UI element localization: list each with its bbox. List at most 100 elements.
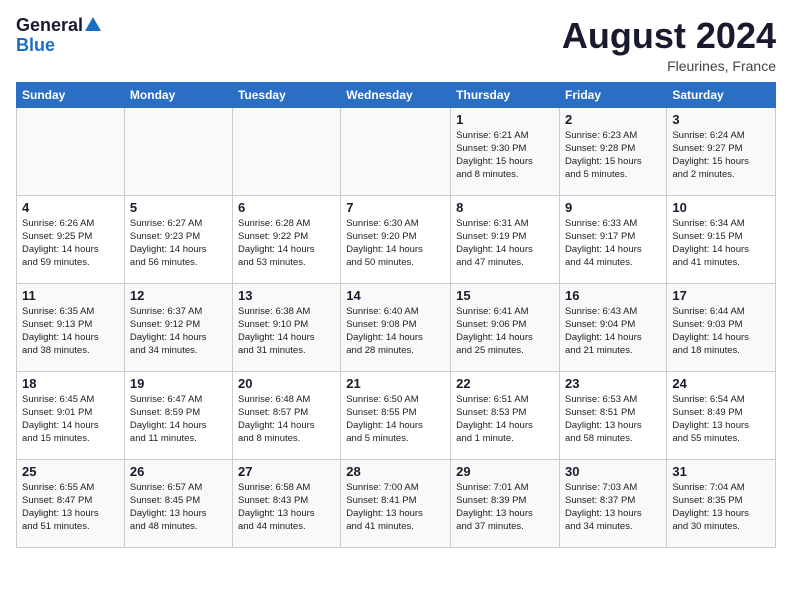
calendar-cell: 5Sunrise: 6:27 AMSunset: 9:23 PMDaylight… — [124, 195, 232, 283]
day-info-line: and 21 minutes. — [565, 345, 633, 356]
day-info-line: Sunset: 8:53 PM — [456, 407, 526, 418]
day-info-line: and 2 minutes. — [672, 169, 734, 180]
day-number: 11 — [22, 288, 119, 303]
day-number: 21 — [346, 376, 445, 391]
day-info-line: Sunset: 8:55 PM — [346, 407, 416, 418]
day-info-line: Sunrise: 6:26 AM — [22, 218, 94, 229]
day-number: 2 — [565, 112, 661, 127]
day-info-line: and 56 minutes. — [130, 257, 198, 268]
calendar-cell — [17, 107, 125, 195]
day-info-line: and 41 minutes. — [672, 257, 740, 268]
day-info-line: Sunrise: 6:35 AM — [22, 306, 94, 317]
day-info-line: and 44 minutes. — [565, 257, 633, 268]
day-info: Sunrise: 6:26 AMSunset: 9:25 PMDaylight:… — [22, 217, 119, 270]
day-info-line: Sunrise: 6:58 AM — [238, 482, 310, 493]
day-info-line: and 18 minutes. — [672, 345, 740, 356]
day-info-line: Sunset: 8:59 PM — [130, 407, 200, 418]
day-info-line: Sunrise: 7:01 AM — [456, 482, 528, 493]
day-info-line: Sunset: 9:03 PM — [672, 319, 742, 330]
logo-triangle-icon — [85, 17, 101, 31]
header-row: SundayMondayTuesdayWednesdayThursdayFrid… — [17, 82, 776, 107]
day-info-line: Sunrise: 6:28 AM — [238, 218, 310, 229]
day-info-line: Daylight: 14 hours — [346, 332, 423, 343]
day-info-line: Daylight: 14 hours — [130, 244, 207, 255]
day-number: 17 — [672, 288, 770, 303]
calendar-cell: 9 Sunrise: 6:33 AMSunset: 9:17 PMDaylight… — [560, 195, 667, 283]
day-number: 8 — [456, 200, 554, 215]
day-number: 13 — [238, 288, 335, 303]
header-monday: Monday — [124, 82, 232, 107]
header-thursday: Thursday — [451, 82, 560, 107]
calendar-cell: 26Sunrise: 6:57 AMSunset: 8:45 PMDayligh… — [124, 459, 232, 547]
day-info-line: and 37 minutes. — [456, 521, 524, 532]
day-info: Sunrise: 6:30 AMSunset: 9:20 PMDaylight:… — [346, 217, 445, 270]
day-number: 9 — [565, 200, 661, 215]
day-number: 16 — [565, 288, 661, 303]
calendar-cell: 19Sunrise: 6:47 AMSunset: 8:59 PMDayligh… — [124, 371, 232, 459]
day-info-line: and 55 minutes. — [672, 433, 740, 444]
day-info: Sunrise: 6:43 AMSunset: 9:04 PMDaylight:… — [565, 305, 661, 358]
calendar-cell: 17Sunrise: 6:44 AMSunset: 9:03 PMDayligh… — [667, 283, 776, 371]
header-saturday: Saturday — [667, 82, 776, 107]
location-subtitle: Fleurines, France — [562, 58, 776, 74]
day-info: Sunrise: 6:47 AMSunset: 8:59 PMDaylight:… — [130, 393, 227, 446]
day-info-line: and 38 minutes. — [22, 345, 90, 356]
day-info-line: Daylight: 14 hours — [456, 420, 533, 431]
calendar-table: SundayMondayTuesdayWednesdayThursdayFrid… — [16, 82, 776, 548]
day-info-line: Sunrise: 6:55 AM — [22, 482, 94, 493]
day-info-line: Sunset: 8:41 PM — [346, 495, 416, 506]
day-info: Sunrise: 6:21 AMSunset: 9:30 PMDaylight:… — [456, 129, 554, 182]
day-info: Sunrise: 6:40 AMSunset: 9:08 PMDaylight:… — [346, 305, 445, 358]
week-row-1: 1 Sunrise: 6:21 AMSunset: 9:30 PMDaylight… — [17, 107, 776, 195]
day-info-line: Daylight: 14 hours — [238, 244, 315, 255]
calendar-cell — [341, 107, 451, 195]
calendar-cell: 13Sunrise: 6:38 AMSunset: 9:10 PMDayligh… — [232, 283, 340, 371]
day-info-line: Sunset: 9:17 PM — [565, 231, 635, 242]
calendar-cell: 8Sunrise: 6:31 AMSunset: 9:19 PMDaylight… — [451, 195, 560, 283]
calendar-cell: 25Sunrise: 6:55 AMSunset: 8:47 PMDayligh… — [17, 459, 125, 547]
calendar-cell: 18Sunrise: 6:45 AMSunset: 9:01 PMDayligh… — [17, 371, 125, 459]
calendar-cell: 30Sunrise: 7:03 AMSunset: 8:37 PMDayligh… — [560, 459, 667, 547]
day-info: Sunrise: 6:50 AMSunset: 8:55 PMDaylight:… — [346, 393, 445, 446]
day-number: 27 — [238, 464, 335, 479]
calendar-cell — [124, 107, 232, 195]
day-info-line: Daylight: 14 hours — [346, 244, 423, 255]
day-info-line: Sunrise: 6:27 AM — [130, 218, 202, 229]
day-info-line: Daylight: 14 hours — [22, 244, 99, 255]
day-info-line: Sunset: 9:04 PM — [565, 319, 635, 330]
calendar-cell — [232, 107, 340, 195]
day-info-line: Daylight: 14 hours — [672, 332, 749, 343]
day-number: 1 — [456, 112, 554, 127]
day-info-line: Sunrise: 7:00 AM — [346, 482, 418, 493]
day-info-line: and 31 minutes. — [238, 345, 306, 356]
day-info: Sunrise: 6:48 AMSunset: 8:57 PMDaylight:… — [238, 393, 335, 446]
day-info-line: Sunset: 8:35 PM — [672, 495, 742, 506]
day-info-line: Sunrise: 6:37 AM — [130, 306, 202, 317]
day-info-line: and 47 minutes. — [456, 257, 524, 268]
day-info-line: Daylight: 14 hours — [22, 332, 99, 343]
day-info-line: Daylight: 14 hours — [565, 244, 642, 255]
day-number: 25 — [22, 464, 119, 479]
day-info-line: Sunrise: 6:41 AM — [456, 306, 528, 317]
day-info-line: Daylight: 14 hours — [130, 332, 207, 343]
calendar-cell: 1 Sunrise: 6:21 AMSunset: 9:30 PMDaylight… — [451, 107, 560, 195]
day-number: 5 — [130, 200, 227, 215]
day-info: Sunrise: 6:33 AMSunset: 9:17 PMDaylight:… — [565, 217, 661, 270]
header: General Blue August 2024 Fleurines, Fran… — [16, 16, 776, 74]
day-info-line: and 53 minutes. — [238, 257, 306, 268]
day-info: Sunrise: 6:35 AMSunset: 9:13 PMDaylight:… — [22, 305, 119, 358]
day-info: Sunrise: 6:51 AMSunset: 8:53 PMDaylight:… — [456, 393, 554, 446]
day-info-line: Sunset: 8:45 PM — [130, 495, 200, 506]
day-info-line: Sunset: 9:08 PM — [346, 319, 416, 330]
day-info-line: Sunset: 8:51 PM — [565, 407, 635, 418]
day-info-line: Sunrise: 6:47 AM — [130, 394, 202, 405]
day-info-line: Sunrise: 6:43 AM — [565, 306, 637, 317]
calendar-cell: 11 Sunrise: 6:35 AMSunset: 9:13 PMDayligh… — [17, 283, 125, 371]
day-info-line: and 48 minutes. — [130, 521, 198, 532]
day-info: Sunrise: 6:53 AMSunset: 8:51 PMDaylight:… — [565, 393, 661, 446]
day-info-line: Sunset: 9:28 PM — [565, 143, 635, 154]
day-info-line: Sunset: 9:01 PM — [22, 407, 92, 418]
day-info-line: and 34 minutes. — [130, 345, 198, 356]
day-info-line: Daylight: 13 hours — [565, 420, 642, 431]
day-info: Sunrise: 6:57 AMSunset: 8:45 PMDaylight:… — [130, 481, 227, 534]
